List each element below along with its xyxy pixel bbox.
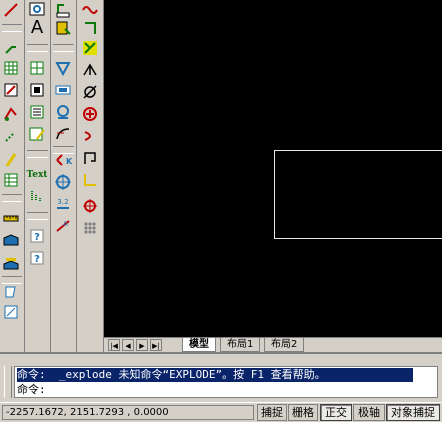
command-window: 命令: _explode 未知命令“EXPLODE”。按 F1 查看帮助。 命令… <box>0 352 442 403</box>
modify-toolbar: A Text ? ? <box>25 0 51 352</box>
dimension-toolbar: K 3.2 A <box>51 0 77 352</box>
bracket-icon[interactable] <box>80 148 100 168</box>
polar-toggle[interactable]: 极轴 <box>353 404 385 421</box>
chevron-icon[interactable] <box>80 60 100 80</box>
tab-layout1[interactable]: 布局1 <box>220 338 261 352</box>
plus-circle-icon[interactable] <box>80 104 100 124</box>
triangle-icon[interactable] <box>53 58 73 78</box>
target-2-icon[interactable] <box>80 196 100 216</box>
help-2-icon[interactable]: ? <box>27 248 47 268</box>
array-icon[interactable] <box>80 218 100 238</box>
image-icon[interactable] <box>53 80 73 100</box>
camera-icon[interactable] <box>53 102 73 122</box>
tool-2-icon[interactable] <box>1 302 21 322</box>
block-icon[interactable] <box>1 80 21 100</box>
note-icon[interactable] <box>53 18 73 38</box>
tool-icon[interactable] <box>1 282 21 302</box>
measure-icon[interactable] <box>1 150 21 170</box>
layer-icon[interactable] <box>1 230 21 250</box>
last-tab-button[interactable]: ▶| <box>150 339 162 351</box>
toolbar-separator <box>27 212 48 220</box>
layer-states-icon[interactable] <box>1 254 21 274</box>
hatch-icon[interactable] <box>1 104 21 124</box>
draw-toolbar <box>0 0 25 352</box>
layout-tab-bar: |◀ ◀ ▶ ▶| 模型 布局1 布局2 <box>104 337 442 353</box>
minus-icon[interactable] <box>80 126 100 146</box>
align-icon[interactable] <box>80 170 100 190</box>
ruler-icon[interactable] <box>1 206 21 226</box>
text-a-icon[interactable]: A <box>27 18 47 38</box>
text-style-label: Text <box>26 170 48 180</box>
coordinate-readout: -2257.1672, 2151.7293 , 0.0000 <box>2 405 254 420</box>
toolbar-separator <box>2 24 22 32</box>
arc-tool-icon[interactable] <box>53 124 73 144</box>
wave-icon[interactable] <box>80 0 100 20</box>
grid-toggle[interactable]: 栅格 <box>288 404 318 421</box>
drawing-canvas[interactable] <box>104 0 442 337</box>
command-grip[interactable] <box>4 366 12 398</box>
svg-text:3.2: 3.2 <box>57 198 68 206</box>
target-icon[interactable] <box>53 172 73 192</box>
svg-text:?: ? <box>34 254 40 265</box>
prev-tab-button[interactable]: ◀ <box>122 339 134 351</box>
dimstyle-2-icon[interactable]: A <box>53 216 73 236</box>
toolbar-separator <box>27 44 48 52</box>
svg-text:K: K <box>66 157 72 166</box>
svg-text:A: A <box>63 220 68 228</box>
drawn-rectangle[interactable] <box>274 150 442 239</box>
dimension-icon[interactable] <box>1 38 21 58</box>
toolbar-separator <box>2 194 22 202</box>
command-text-area[interactable]: 命令: _explode 未知命令“EXPLODE”。按 F1 查看帮助。 命令… <box>14 366 438 398</box>
command-prompt[interactable]: 命令: <box>17 383 46 397</box>
next-tab-button[interactable]: ▶ <box>136 339 148 351</box>
angle-icon[interactable] <box>80 18 100 38</box>
match-icon[interactable] <box>27 124 47 144</box>
ortho-toggle[interactable]: 正交 <box>320 404 352 421</box>
first-tab-button[interactable]: |◀ <box>108 339 120 351</box>
text-style-icon[interactable]: Text <box>26 165 48 185</box>
hyperlink-icon[interactable] <box>1 126 21 146</box>
grid-icon[interactable] <box>27 58 47 78</box>
dots-icon[interactable] <box>27 186 47 206</box>
edit-table-icon[interactable] <box>1 58 21 78</box>
properties-icon[interactable] <box>27 102 47 122</box>
tab-model[interactable]: 模型 <box>182 338 216 352</box>
table-icon[interactable] <box>1 170 21 190</box>
snap-toggle[interactable]: 捕捉 <box>257 404 287 421</box>
toolbar-separator <box>53 44 74 52</box>
dimstyle-icon[interactable]: 3.2 <box>53 194 73 214</box>
block-insert-icon[interactable] <box>27 80 47 100</box>
osnap-toggle[interactable]: 对象捕捉 <box>386 404 440 421</box>
snap-icon[interactable] <box>80 38 100 58</box>
object-snap-toolbar <box>77 0 104 352</box>
help-icon[interactable]: ? <box>27 226 47 246</box>
command-history-line: 命令: _explode 未知命令“EXPLODE”。按 F1 查看帮助。 <box>17 368 413 382</box>
tab-layout2[interactable]: 布局2 <box>264 338 305 352</box>
diameter-icon[interactable] <box>80 82 100 102</box>
spline-icon[interactable] <box>53 0 73 20</box>
svg-text:?: ? <box>34 232 40 243</box>
radius-icon[interactable]: K <box>53 150 73 170</box>
line-icon[interactable] <box>1 0 21 20</box>
status-bar: -2257.1672, 2151.7293 , 0.0000 捕捉 栅格 正交 … <box>0 402 442 422</box>
toolbar-separator <box>27 150 48 158</box>
